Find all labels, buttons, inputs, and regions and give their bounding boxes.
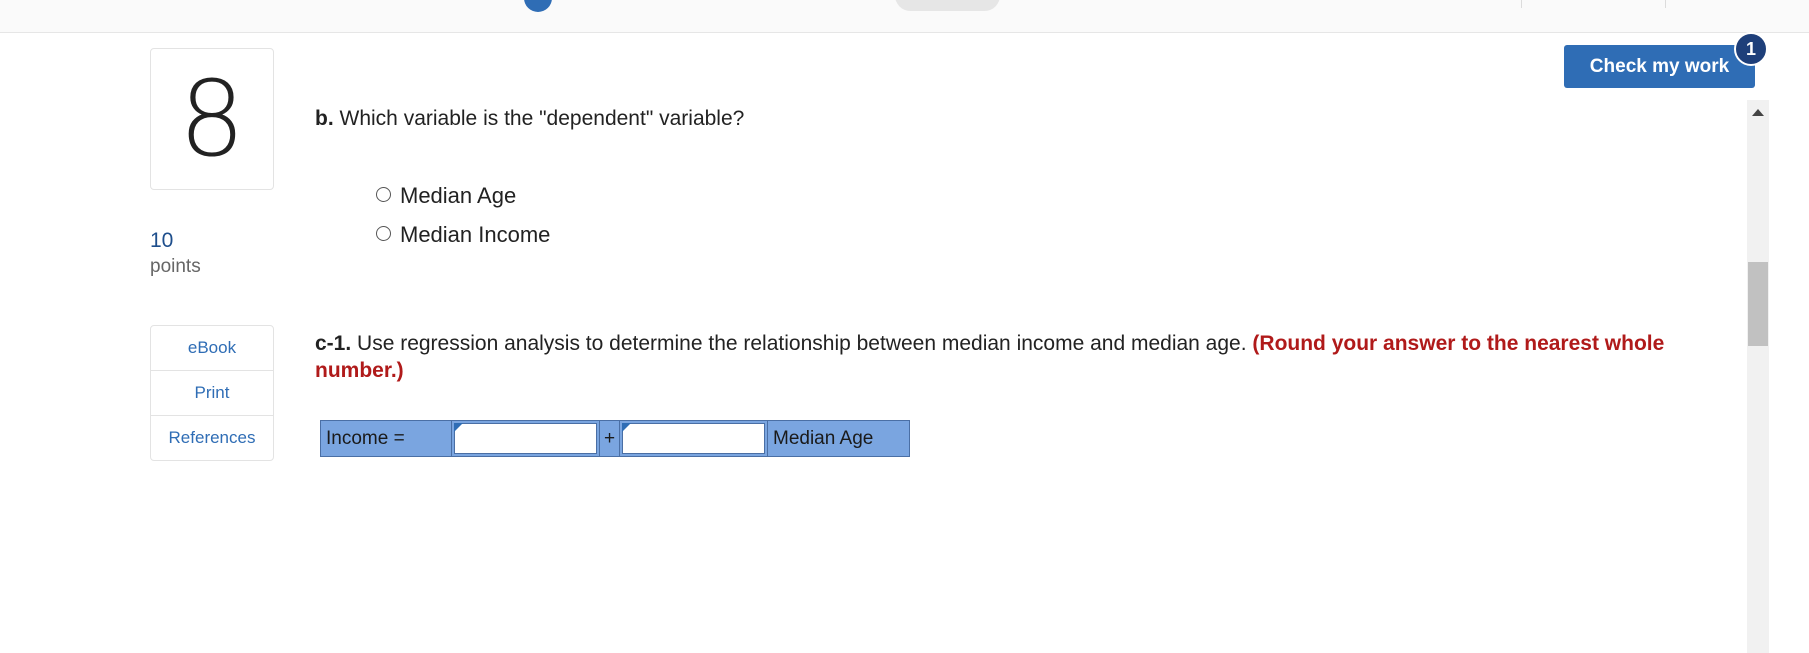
equation-operator: + [600, 421, 620, 456]
toolbar-divider [1665, 0, 1666, 8]
top-toolbar [0, 0, 1809, 33]
input-flag-icon [454, 423, 463, 432]
slope-cell [620, 421, 768, 456]
points-label: points [150, 256, 201, 277]
print-link[interactable]: Print [151, 371, 273, 416]
intercept-cell [452, 421, 600, 456]
part-c1-prefix: c-1. [315, 332, 352, 355]
check-count-badge: 1 [1734, 32, 1768, 66]
part-c1-question: c-1. Use regression analysis to determin… [315, 330, 1675, 384]
equation-label: Income = [321, 421, 452, 456]
question-number-box: 8 [150, 48, 274, 190]
progress-indicator-icon[interactable] [524, 0, 552, 12]
radio-button-icon[interactable] [376, 186, 391, 202]
part-b-question: b. Which variable is the "dependent" var… [315, 107, 744, 131]
question-number: 8 [178, 58, 246, 180]
toolbar-divider [1521, 0, 1522, 8]
check-my-work-button[interactable]: Check my work [1564, 45, 1755, 88]
points-value: 10 [150, 229, 174, 252]
equation-variable: Median Age [773, 427, 874, 449]
part-c1-text: Use regression analysis to determine the… [357, 332, 1247, 355]
option-label: Median Age [400, 183, 517, 208]
references-link[interactable]: References [151, 416, 273, 460]
slope-input[interactable] [622, 423, 765, 454]
resource-nav: eBook Print References [150, 325, 274, 461]
option-median-income[interactable]: Median Income [376, 222, 550, 248]
ebook-link[interactable]: eBook [151, 326, 273, 371]
scroll-up-arrow[interactable] [1747, 100, 1769, 124]
scrollbar-thumb[interactable] [1748, 262, 1768, 346]
regression-equation: Income = + Median Age [320, 420, 910, 457]
option-label: Median Income [400, 222, 551, 247]
part-b-text: Which variable is the "dependent" variab… [339, 107, 745, 130]
radio-button-icon[interactable] [376, 225, 391, 241]
arrow-up-icon [1752, 108, 1764, 116]
option-median-age[interactable]: Median Age [376, 183, 516, 209]
scrollbar-track[interactable] [1747, 100, 1769, 653]
input-flag-icon [622, 423, 631, 432]
part-b-prefix: b. [315, 107, 334, 130]
intercept-input[interactable] [454, 423, 597, 454]
toolbar-pill-control[interactable] [895, 0, 1000, 11]
